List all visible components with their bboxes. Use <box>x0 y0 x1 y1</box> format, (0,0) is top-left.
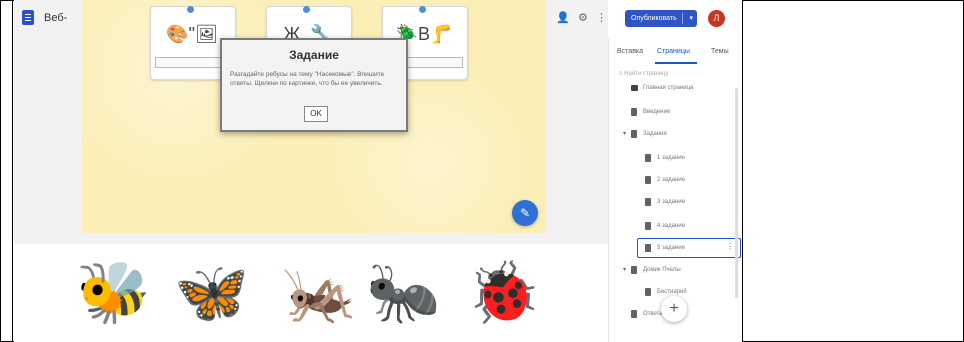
tab-insert[interactable]: Вставка <box>617 48 643 55</box>
dialog-text: Разгадайте ребусы на тему "Насекомые". В… <box>230 71 385 87</box>
page-item[interactable]: Введение <box>609 104 737 122</box>
search-pages[interactable]: ≡ Найти страницу <box>619 71 668 77</box>
page-label: 5 задание <box>657 245 685 251</box>
page-icon <box>645 222 651 230</box>
publish-button[interactable]: Опубликовать ▾ <box>625 10 697 27</box>
expand-caret-icon[interactable]: ▾ <box>623 130 626 137</box>
insect-image[interactable]: 🐞 <box>466 258 541 328</box>
page-item[interactable]: 2 задание <box>609 172 737 190</box>
editor-canvas[interactable]: 🎨"🖼 Ж_🔧 🪲В🦵 Задание Разгадайте ребусы на… <box>14 0 608 342</box>
panel-scrollbar[interactable] <box>735 88 738 298</box>
page-item[interactable]: 3 задание <box>609 194 737 212</box>
rebus-image[interactable]: 🎨"🖼 <box>159 19 225 49</box>
expand-caret-icon[interactable]: ▾ <box>623 266 626 273</box>
page-icon <box>645 198 651 206</box>
edit-embed-button[interactable]: ✎ <box>512 200 538 226</box>
left-divider <box>12 0 13 342</box>
sites-editor: 🎨"🖼 Ж_🔧 🪲В🦵 Задание Разгадайте ребусы на… <box>14 0 742 342</box>
right-divider <box>742 0 743 342</box>
page-item[interactable]: ▾ Задания <box>609 126 737 144</box>
page-label: Введение <box>643 109 671 115</box>
plus-icon: + <box>669 300 679 317</box>
page-label: 2 задание <box>657 177 685 183</box>
insect-image[interactable]: 🐜 <box>366 258 441 328</box>
page-item[interactable]: ▾ Домик Пчелы <box>609 262 737 280</box>
panel-tabs: Вставка Страницы Темы <box>609 44 742 64</box>
page-icon <box>631 108 637 116</box>
page-label: 4 задание <box>657 223 685 229</box>
dialog-title: Задание <box>289 48 339 62</box>
search-placeholder: Найти страницу <box>624 71 669 77</box>
publish-label: Опубликовать <box>631 15 677 22</box>
page-icon <box>631 310 637 318</box>
page-icon <box>645 154 651 162</box>
page-label: Главная страница <box>643 85 694 91</box>
page-label: Задания <box>643 131 667 137</box>
tab-pages[interactable]: Страницы <box>657 48 690 55</box>
top-bar-actions: 👤 ⚙ ⋮ Опубликовать ▾ Л <box>556 0 742 38</box>
add-page-button[interactable]: + <box>661 296 687 322</box>
chevron-down-icon[interactable]: ▾ <box>689 10 693 27</box>
home-icon <box>631 85 638 91</box>
button-divider <box>682 13 683 24</box>
page-item[interactable]: 1 задание <box>609 150 737 168</box>
insect-image[interactable]: 🦋 <box>174 258 249 328</box>
resize-handle[interactable] <box>187 6 194 13</box>
page-item[interactable]: Главная страница <box>609 80 737 98</box>
page-label: 1 задание <box>657 155 685 161</box>
ok-button[interactable]: OK <box>304 106 328 122</box>
tab-themes[interactable]: Темы <box>711 48 729 55</box>
page-icon <box>631 130 637 138</box>
add-person-icon[interactable]: 👤 <box>556 11 570 24</box>
page-label: Бестиарий <box>657 289 687 295</box>
page-icon <box>645 176 651 184</box>
page-label: Домик Пчелы <box>643 267 681 273</box>
page-item[interactable]: 4 задание <box>609 218 737 236</box>
resize-handle[interactable] <box>419 6 426 13</box>
page-icon <box>631 266 637 274</box>
insect-image[interactable]: 🐝 <box>76 258 151 328</box>
edit-icon: ✎ <box>519 206 531 220</box>
active-tab-indicator <box>655 62 697 64</box>
task-dialog: Задание Разгадайте ребусы на тему "Насек… <box>220 38 408 132</box>
page-icon <box>645 244 651 252</box>
avatar[interactable]: Л <box>708 10 725 27</box>
page-item-selected[interactable]: 5 задание ⋮ <box>637 238 741 258</box>
insect-image[interactable]: 🦗 <box>282 258 357 328</box>
page-label: 3 задание <box>657 199 685 205</box>
side-panel: Вставка Страницы Темы ≡ Найти страницу Г… <box>608 38 742 342</box>
resize-handle[interactable] <box>303 6 310 13</box>
more-vert-icon[interactable]: ⋮ <box>726 242 734 251</box>
more-vert-icon[interactable]: ⋮ <box>596 11 607 24</box>
page-icon <box>645 288 651 296</box>
settings-icon[interactable]: ⚙ <box>578 11 588 24</box>
